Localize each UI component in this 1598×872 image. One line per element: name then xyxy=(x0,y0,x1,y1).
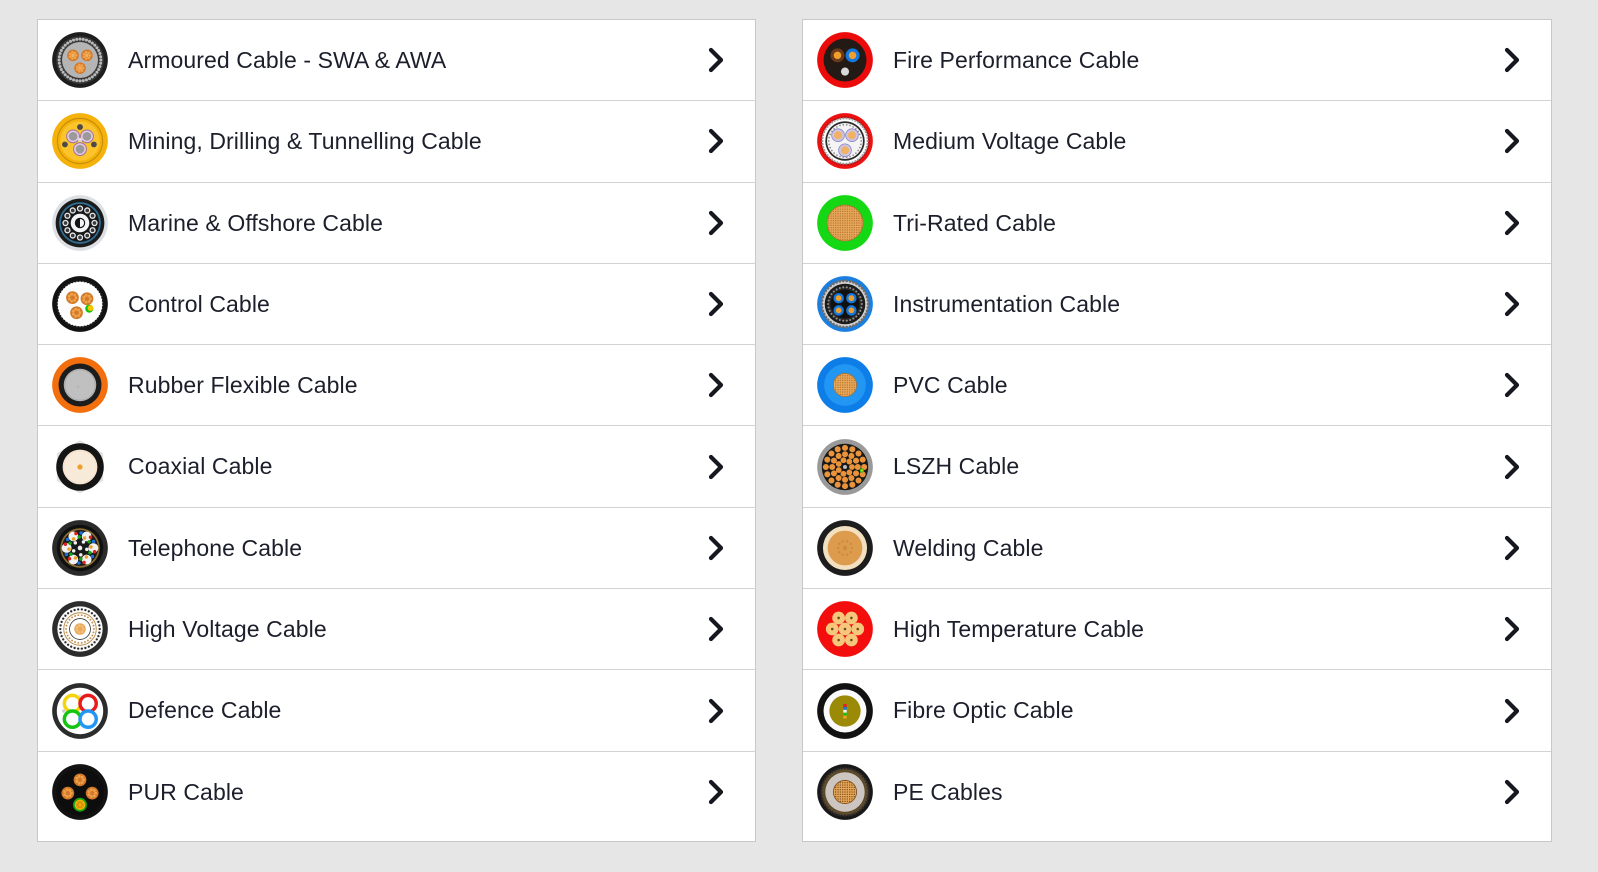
chevron-right-icon[interactable] xyxy=(693,126,755,156)
marine-offshore-cable-icon xyxy=(50,193,110,253)
category-row[interactable]: Rubber Flexible Cable xyxy=(38,345,755,427)
category-label: Welding Cable xyxy=(893,534,1044,561)
category-label: Marine & Offshore Cable xyxy=(128,209,383,236)
tri-rated-cable-icon xyxy=(815,193,875,253)
chevron-right-icon[interactable] xyxy=(693,289,755,319)
instrumentation-cable-icon xyxy=(815,274,875,334)
chevron-right-icon[interactable] xyxy=(693,208,755,238)
category-row[interactable]: LSZH Cable xyxy=(803,426,1551,508)
category-label: PE Cables xyxy=(893,779,1003,806)
category-row[interactable]: Mining, Drilling & Tunnelling Cable xyxy=(38,101,755,183)
pur-cable-icon xyxy=(50,762,110,822)
defence-cable-icon xyxy=(50,681,110,741)
control-cable-icon xyxy=(50,274,110,334)
high-temperature-cable-icon xyxy=(815,599,875,659)
category-row[interactable]: Defence Cable xyxy=(38,670,755,752)
chevron-right-icon[interactable] xyxy=(1489,533,1551,563)
category-label: Tri-Rated Cable xyxy=(893,209,1056,236)
category-label: Control Cable xyxy=(128,290,270,317)
chevron-right-icon[interactable] xyxy=(693,370,755,400)
category-label: PVC Cable xyxy=(893,372,1008,399)
category-label: High Voltage Cable xyxy=(128,616,327,642)
right-column: Fire Performance Cable Medium Voltage Cab… xyxy=(802,19,1552,842)
category-label: Coaxial Cable xyxy=(128,453,273,480)
category-label: LSZH Cable xyxy=(893,453,1020,480)
pe-cables-icon xyxy=(815,762,875,822)
category-label: Armoured Cable - SWA & AWA xyxy=(128,46,447,73)
category-row[interactable]: PUR Cable xyxy=(38,751,755,833)
category-row[interactable]: Fibre Optic Cable xyxy=(803,670,1551,752)
chevron-right-icon[interactable] xyxy=(693,452,755,482)
pvc-cable-icon xyxy=(815,355,875,415)
category-label: PUR Cable xyxy=(128,779,244,806)
category-row[interactable]: Coaxial Cable xyxy=(38,426,755,508)
chevron-right-icon[interactable] xyxy=(1489,452,1551,482)
armoured-cable-icon xyxy=(50,30,110,90)
category-label: Instrumentation Cable xyxy=(893,290,1121,317)
left-column: Armoured Cable - SWA & AWA Mining, Drilli… xyxy=(37,19,756,842)
coaxial-cable-icon xyxy=(50,437,110,497)
chevron-right-icon[interactable] xyxy=(1489,614,1551,644)
chevron-right-icon[interactable] xyxy=(1489,45,1551,75)
category-label: Rubber Flexible Cable xyxy=(128,372,358,399)
category-label: Mining, Drilling & Tunnelling Cable xyxy=(128,128,482,155)
category-row[interactable]: Tri-Rated Cable xyxy=(803,182,1551,264)
category-row[interactable]: Instrumentation Cable xyxy=(803,263,1551,346)
lszh-cable-icon xyxy=(815,437,875,497)
welding-cable-icon xyxy=(815,518,875,578)
cable-category-board: Armoured Cable - SWA & AWA Mining, Drilli… xyxy=(0,0,1598,872)
fire-performance-cable-icon xyxy=(815,30,875,90)
category-label: Medium Voltage Cable xyxy=(893,128,1127,155)
chevron-right-icon[interactable] xyxy=(1489,289,1551,319)
category-row[interactable]: Medium Voltage Cable xyxy=(803,101,1551,183)
category-row[interactable]: Control Cable xyxy=(38,263,755,346)
chevron-right-icon[interactable] xyxy=(1489,696,1551,726)
medium-voltage-cable-icon xyxy=(815,111,875,171)
category-row[interactable]: Welding Cable xyxy=(803,507,1551,590)
chevron-right-icon[interactable] xyxy=(693,777,755,807)
chevron-right-icon[interactable] xyxy=(1489,208,1551,238)
category-label: High Temperature Cable xyxy=(893,616,1145,642)
category-label: Fire Performance Cable xyxy=(893,46,1140,73)
high-voltage-cable-icon xyxy=(50,599,110,659)
category-label: Telephone Cable xyxy=(128,534,303,561)
chevron-right-icon[interactable] xyxy=(1489,777,1551,807)
category-row[interactable]: Telephone Cable xyxy=(38,507,755,590)
chevron-right-icon[interactable] xyxy=(1489,370,1551,400)
chevron-right-icon[interactable] xyxy=(693,533,755,563)
category-label: Fibre Optic Cable xyxy=(893,697,1074,724)
category-row[interactable]: Marine & Offshore Cable xyxy=(38,182,755,264)
chevron-right-icon[interactable] xyxy=(693,696,755,726)
category-row[interactable]: PVC Cable xyxy=(803,345,1551,427)
telephone-cable-icon xyxy=(50,518,110,578)
category-label: Defence Cable xyxy=(128,697,282,724)
category-row[interactable]: PE Cables xyxy=(803,751,1551,833)
category-row[interactable]: High Voltage Cable xyxy=(38,589,755,671)
mining-drilling-tunnelling-cable-icon xyxy=(50,111,110,171)
chevron-right-icon[interactable] xyxy=(1489,126,1551,156)
category-row[interactable]: Fire Performance Cable xyxy=(803,20,1551,102)
rubber-flexible-cable-icon xyxy=(50,355,110,415)
category-row[interactable]: High Temperature Cable xyxy=(803,589,1551,671)
fibre-optic-cable-icon xyxy=(815,681,875,741)
chevron-right-icon[interactable] xyxy=(693,614,755,644)
category-row[interactable]: Armoured Cable - SWA & AWA xyxy=(38,20,755,102)
chevron-right-icon[interactable] xyxy=(693,45,755,75)
